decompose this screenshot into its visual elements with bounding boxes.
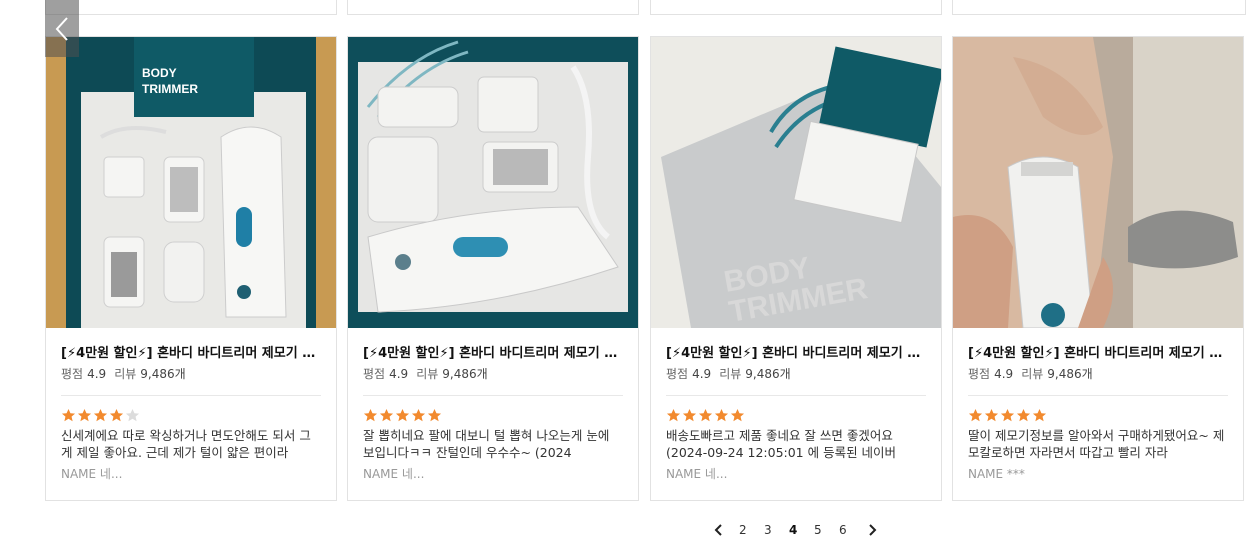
page-5[interactable]: 5 xyxy=(814,522,822,538)
star-filled-icon xyxy=(93,408,108,422)
review-text: 잘 뽑히네요 팔에 대보니 털 뽑혀 나오는게 눈에 보입니다ㅋㅋ 잔털인데 우… xyxy=(363,428,610,460)
rating-label: 평점 xyxy=(61,367,84,381)
review-text: 딸이 제모기정보를 알아와서 구매하게됐어요~ 제모칼로하면 자라면서 따갑고 … xyxy=(968,428,1225,460)
prev-row-card xyxy=(347,0,639,15)
product-meta: 평점 4.9 리뷰 9,486개 xyxy=(363,366,623,382)
review-card[interactable]: BODY TRIMMER [⚡4만원 할인⚡] 혼바디 바디트리머 제모기 제모… xyxy=(45,36,337,501)
review-card[interactable]: [⚡4만원 할인⚡] 혼바디 바디트리머 제모기 제모 여성 남성 무선 전동 … xyxy=(347,36,639,501)
star-filled-icon xyxy=(968,408,983,422)
review-author: NAME 네... xyxy=(363,467,425,481)
rating-value: 4.9 xyxy=(692,367,712,381)
star-filled-icon xyxy=(411,408,426,422)
star-rating xyxy=(61,408,321,424)
rating-label: 평점 xyxy=(363,367,386,381)
star-filled-icon xyxy=(730,408,745,422)
page-6[interactable]: 6 xyxy=(839,522,847,538)
review-author: NAME *** xyxy=(968,467,1025,481)
review-card[interactable]: BODY TRIMMER [⚡4만원 할인⚡] 혼바디 바디트리머 제모기 제모… xyxy=(650,36,942,501)
pagination: 2 3 4 5 6 xyxy=(0,522,1249,538)
page-3[interactable]: 3 xyxy=(764,522,772,538)
star-filled-icon xyxy=(363,408,378,422)
star-rating xyxy=(968,408,1228,424)
star-filled-icon xyxy=(1000,408,1015,422)
prev-row-card xyxy=(650,0,942,15)
box-label-line2: TRIMMER xyxy=(142,82,198,96)
product-photo: BODY TRIMMER xyxy=(46,37,336,328)
rating-label: 평점 xyxy=(968,367,991,381)
star-filled-icon xyxy=(1016,408,1031,422)
product-meta: 평점 4.9 리뷰 9,486개 xyxy=(61,366,321,382)
star-rating xyxy=(363,408,623,424)
review-count-label: 리뷰 xyxy=(114,367,137,381)
rating-label: 평점 xyxy=(666,367,689,381)
review-card[interactable]: [⚡4만원 할인⚡] 혼바디 바디트리머 제모기 제모 여성 남성 무선 전동 … xyxy=(952,36,1244,501)
review-count: 9,486개 xyxy=(745,367,791,381)
star-filled-icon xyxy=(379,408,394,422)
chevron-right-icon xyxy=(869,524,877,536)
review-author: NAME 네... xyxy=(61,467,123,481)
product-photo xyxy=(953,37,1243,328)
pagination-prev-button[interactable] xyxy=(714,522,724,540)
star-filled-icon xyxy=(61,408,76,422)
star-filled-icon xyxy=(395,408,410,422)
pagination-next-button[interactable] xyxy=(867,522,877,540)
review-author: NAME 네... xyxy=(666,467,728,481)
review-count: 9,486개 xyxy=(442,367,488,381)
rating-value: 4.9 xyxy=(389,367,409,381)
star-empty-icon xyxy=(125,408,140,422)
star-rating xyxy=(666,408,926,424)
review-count-label: 리뷰 xyxy=(416,367,439,381)
star-filled-icon xyxy=(666,408,681,422)
chevron-left-icon xyxy=(55,16,68,41)
star-filled-icon xyxy=(714,408,729,422)
star-filled-icon xyxy=(698,408,713,422)
divider xyxy=(61,395,321,396)
rating-value: 4.9 xyxy=(994,367,1014,381)
prev-row-card xyxy=(45,0,337,15)
star-filled-icon xyxy=(77,408,92,422)
divider xyxy=(363,395,623,396)
chevron-left-icon xyxy=(714,524,722,536)
review-text: 신세계에요 따로 왁싱하거나 면도안해도 되서 그게 제일 좋아요. 근데 제가… xyxy=(61,428,311,460)
divider xyxy=(968,395,1228,396)
star-filled-icon xyxy=(682,408,697,422)
product-photo xyxy=(348,37,638,328)
box-label-line1: BODY xyxy=(142,66,177,80)
star-filled-icon xyxy=(1032,408,1047,422)
review-count: 9,486개 xyxy=(140,367,186,381)
product-title: [⚡4만원 할인⚡] 혼바디 바디트리머 제모기 제모 여성 남성 무선 전동 xyxy=(666,346,926,361)
product-photo: BODY TRIMMER xyxy=(651,37,941,328)
review-count: 9,486개 xyxy=(1047,367,1093,381)
review-count-label: 리뷰 xyxy=(719,367,742,381)
rating-value: 4.9 xyxy=(87,367,107,381)
prev-row-card xyxy=(952,0,1246,15)
star-filled-icon xyxy=(427,408,442,422)
product-title: [⚡4만원 할인⚡] 혼바디 바디트리머 제모기 제모 여성 남성 무선 전동 xyxy=(363,346,623,361)
review-count-label: 리뷰 xyxy=(1021,367,1044,381)
product-title: [⚡4만원 할인⚡] 혼바디 바디트리머 제모기 제모 여성 남성 무선 전동 xyxy=(968,346,1228,361)
product-meta: 평점 4.9 리뷰 9,486개 xyxy=(968,366,1228,382)
product-meta: 평점 4.9 리뷰 9,486개 xyxy=(666,366,926,382)
carousel-prev-button[interactable] xyxy=(45,0,79,57)
star-filled-icon xyxy=(984,408,999,422)
review-text: 배송도빠르고 제품 좋네요 잘 쓰면 좋겠어요 (2024-09-24 12:0… xyxy=(666,428,897,460)
product-title: [⚡4만원 할인⚡] 혼바디 바디트리머 제모기 제모 여성 남성 무선 전동 xyxy=(61,346,321,361)
star-filled-icon xyxy=(109,408,124,422)
page-4-current[interactable]: 4 xyxy=(789,522,797,538)
divider xyxy=(666,395,926,396)
page-2[interactable]: 2 xyxy=(739,522,747,538)
